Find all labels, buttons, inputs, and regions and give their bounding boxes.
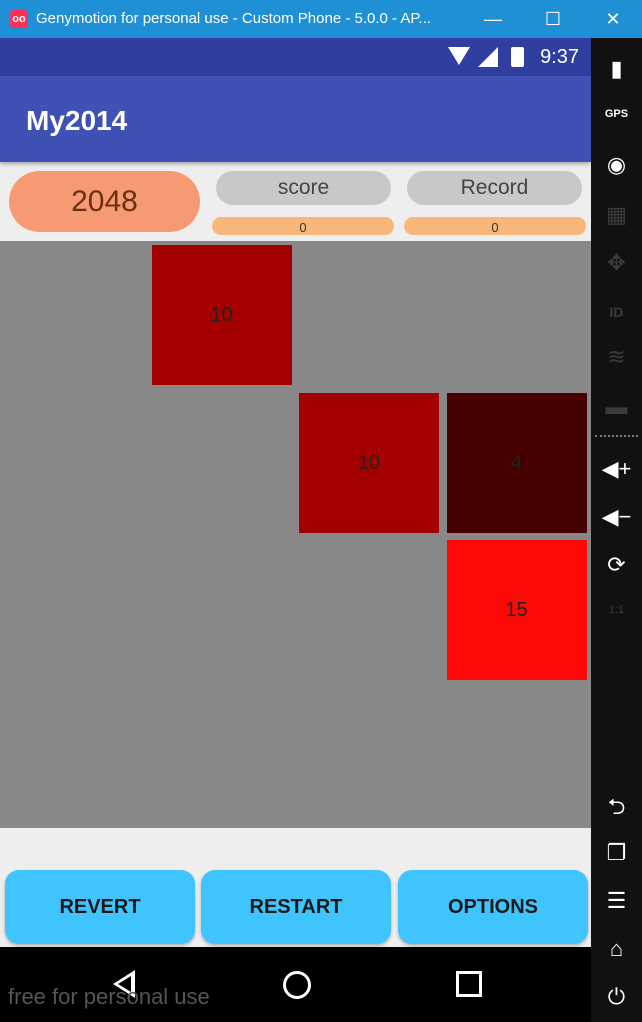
nav-recent-apps-icon[interactable] bbox=[456, 971, 482, 997]
video-capture-icon: ▦ bbox=[606, 202, 627, 227]
battery-icon[interactable]: ▮ bbox=[591, 56, 642, 82]
gps-label: GPS bbox=[604, 108, 629, 120]
genymotion-logo-icon: oo bbox=[10, 10, 28, 28]
sms-icon: ▬ bbox=[605, 394, 628, 419]
volume-down-icon[interactable]: ◀− bbox=[591, 504, 642, 530]
minimize-button[interactable]: — bbox=[470, 0, 516, 38]
restart-button[interactable]: RESTART bbox=[201, 870, 391, 944]
record-label: Record bbox=[407, 171, 582, 205]
window-title: Genymotion for personal use - Custom Pho… bbox=[36, 10, 431, 27]
battery-status-icon bbox=[511, 47, 524, 67]
power-icon[interactable]: ⏻ bbox=[591, 984, 642, 1010]
recent-apps-icon[interactable]: ❐ bbox=[591, 840, 642, 866]
sidebar-separator bbox=[595, 435, 638, 437]
id-icon: ID bbox=[591, 304, 642, 320]
board-tile: 10 bbox=[151, 245, 292, 385]
app-bar: My2014 bbox=[0, 76, 591, 162]
close-button[interactable]: ✕ bbox=[590, 0, 636, 38]
status-time: 9:37 bbox=[540, 46, 579, 68]
rotate-icon[interactable]: ⟳ bbox=[591, 552, 642, 578]
game-board[interactable]: 10 10 4 15 bbox=[0, 241, 591, 828]
dpad-icon: ✥ bbox=[607, 250, 626, 275]
genymotion-sidebar: ▮ GPS ◉ ▦ ✥ ID ≋ ▬ ◀+ ◀− ⟳ 1:1 ⮌ ❐ ☰ ⌂ ⏻ bbox=[591, 38, 642, 1022]
watermark: free for personal use bbox=[8, 984, 210, 1009]
board-tile: 4 bbox=[446, 392, 587, 533]
maximize-button[interactable]: ☐ bbox=[530, 0, 576, 38]
board-tile: 10 bbox=[299, 392, 439, 533]
back-icon[interactable]: ⮌ bbox=[591, 790, 642, 828]
app-title: My2014 bbox=[26, 105, 128, 136]
menu-icon[interactable]: ☰ bbox=[591, 888, 642, 914]
wifi-icon bbox=[448, 47, 470, 65]
status-bar: 9:37 bbox=[0, 38, 591, 76]
volume-up-icon[interactable]: ◀+ bbox=[591, 456, 642, 482]
board-tile: 15 bbox=[446, 540, 587, 680]
pixel-perfect-icon: 1:1 bbox=[591, 604, 642, 616]
home-icon[interactable]: ⌂ bbox=[591, 936, 642, 962]
webcam-icon[interactable]: ◉ bbox=[591, 152, 642, 178]
nav-home-icon[interactable] bbox=[283, 971, 311, 999]
pixel-perfect-label: 1:1 bbox=[608, 604, 625, 616]
score-value: 0 bbox=[212, 217, 394, 235]
gps-icon[interactable]: GPS bbox=[591, 108, 642, 120]
options-button[interactable]: OPTIONS bbox=[398, 870, 588, 944]
network-icon: ≋ bbox=[607, 344, 626, 369]
game-logo: 2048 bbox=[9, 171, 200, 232]
signal-icon bbox=[478, 47, 498, 67]
record-value: 0 bbox=[404, 217, 586, 235]
window-titlebar: oo Genymotion for personal use - Custom … bbox=[0, 0, 642, 38]
phone-screen: 9:37 My2014 2048 score Record 0 0 10 10 4 1… bbox=[0, 38, 591, 1022]
id-label: ID bbox=[609, 304, 624, 320]
revert-button[interactable]: REVERT bbox=[5, 870, 195, 944]
score-label: score bbox=[216, 171, 391, 205]
